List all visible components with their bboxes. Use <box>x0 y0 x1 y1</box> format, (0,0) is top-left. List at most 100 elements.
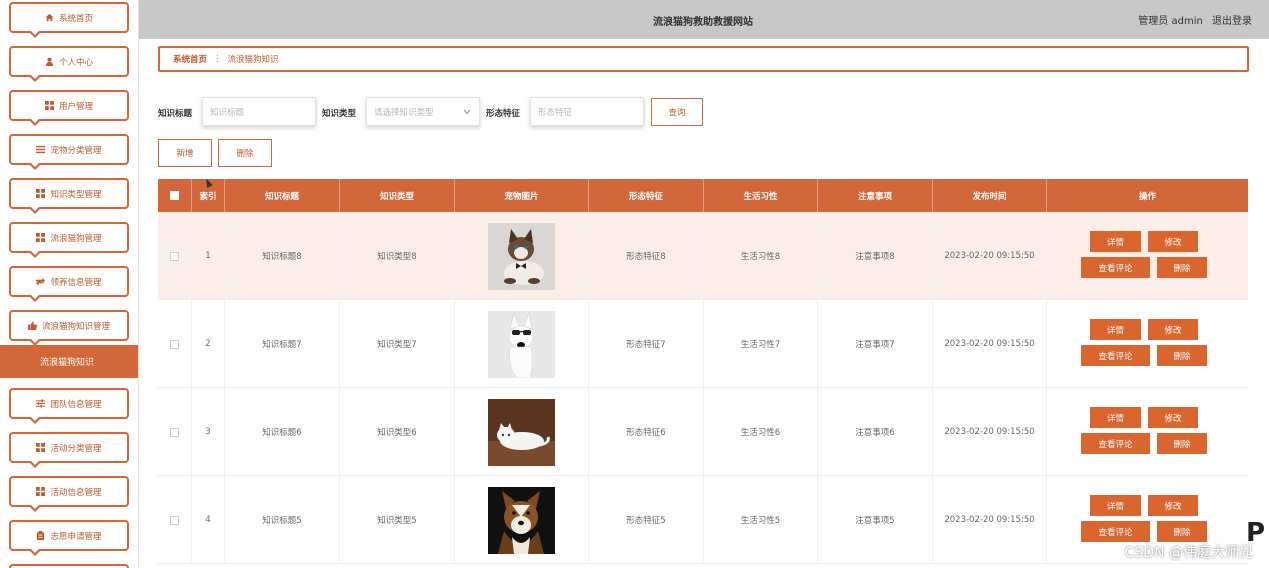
row-select-cell <box>158 300 192 388</box>
select-all-checkbox[interactable] <box>170 191 179 200</box>
view-comments-button[interactable]: 查看评论 <box>1081 433 1150 454</box>
title-search-placeholder: 知识标题 <box>210 107 245 118</box>
edit-button[interactable]: 修改 <box>1148 231 1198 252</box>
delete-button[interactable]: 删除 <box>1157 521 1207 542</box>
sidebar-item-volunteer[interactable]: 志愿申请管理 <box>9 520 129 556</box>
watermark: CSDN @伟庭大师兄 <box>1124 545 1253 561</box>
sidebar-item-knowledge-manage[interactable]: 流浪猫狗知识管理 <box>9 310 129 346</box>
grid-icon <box>36 233 46 242</box>
user-info: 管理员 admin 退出登录 <box>1132 12 1252 27</box>
current-user: 管理员 admin <box>1138 16 1203 27</box>
sidebar-item-team[interactable]: 团队信息管理 <box>9 388 129 424</box>
sidebar-item-home[interactable]: 系统首页 <box>9 2 129 38</box>
row-checkbox[interactable] <box>170 339 179 349</box>
sidebar-item-label: 个人中心 <box>58 57 93 68</box>
sidebar-item-label: 宠物分类管理 <box>50 145 102 156</box>
cell-note: 注意事项7 <box>818 300 933 388</box>
detail-button[interactable]: 详情 <box>1090 319 1141 340</box>
site-title: 流浪猫狗救助救援网站 <box>653 17 753 28</box>
grid-icon <box>36 189 46 198</box>
cell-index: 1 <box>192 212 225 300</box>
batch-delete-button[interactable]: 删除 <box>218 139 272 167</box>
header-habit: 生活习性 <box>704 179 818 212</box>
header-image: 宠物图片 <box>455 179 589 212</box>
query-button[interactable]: 查询 <box>651 98 703 126</box>
table-row[interactable]: 3 知识标题6 知识类型6 形态特征6 生活习性6 注意事项6 2023-02-… <box>158 388 1248 476</box>
view-comments-button[interactable]: 查看评论 <box>1081 345 1150 366</box>
header-select-cell <box>158 179 192 212</box>
breadcrumb-current: 流浪猫狗知识 <box>227 55 279 65</box>
delete-button[interactable]: 删除 <box>1157 345 1207 366</box>
add-button[interactable]: 新增 <box>158 139 212 167</box>
sidebar-item-label: 流浪猫狗知识管理 <box>41 321 110 332</box>
cell-type: 知识类型6 <box>340 388 455 476</box>
view-comments-button[interactable]: 查看评论 <box>1081 521 1150 542</box>
cell-image <box>455 300 589 388</box>
cell-habit: 生活习性5 <box>704 476 818 564</box>
sidebar-item-label: 活动信息管理 <box>50 487 102 498</box>
row-checkbox[interactable] <box>170 251 179 261</box>
logout-link[interactable]: 退出登录 <box>1212 16 1252 27</box>
pet-image-white-dog-with-sunglasses[interactable] <box>488 310 555 378</box>
pet-image-white-cat-lying[interactable] <box>488 398 555 466</box>
cell-type: 知识类型5 <box>340 476 455 564</box>
delete-button[interactable]: 删除 <box>1157 433 1207 454</box>
cell-time: 2023-02-20 09:15:50 <box>933 300 1047 388</box>
table-row[interactable]: 2 知识标题7 知识类型7 形态特征7 生活习性7 注意事项7 2023-02-… <box>158 300 1248 388</box>
cell-type: 知识类型8 <box>340 212 455 300</box>
cell-habit: 生活习性6 <box>704 388 818 476</box>
cell-actions: 详情 修改 查看评论 删除 <box>1047 300 1248 388</box>
sidebar-subitem-knowledge-active[interactable]: 流浪猫狗知识 <box>0 345 138 378</box>
feature-search-label: 形态特征 <box>486 109 521 119</box>
sidebar-item-users[interactable]: 用户管理 <box>9 90 129 126</box>
cell-image <box>455 212 589 300</box>
detail-button[interactable]: 详情 <box>1090 495 1141 516</box>
sidebar-item-stray-pets[interactable]: 流浪猫狗管理 <box>9 222 129 258</box>
sidebar-item-label: 系统首页 <box>58 13 93 24</box>
detail-button[interactable]: 详情 <box>1090 407 1141 428</box>
row-checkbox[interactable] <box>170 427 179 437</box>
edit-button[interactable]: 修改 <box>1148 407 1198 428</box>
sidebar-item-knowledge-type[interactable]: 知识类型管理 <box>9 178 129 214</box>
cell-habit: 生活习性7 <box>704 300 818 388</box>
table-row[interactable]: 4 知识标题5 知识类型5 形态特征5 生活习性5 注意事项5 2023-02-… <box>158 476 1248 564</box>
edit-button[interactable]: 修改 <box>1148 495 1198 516</box>
view-comments-button[interactable]: 查看评论 <box>1081 257 1150 278</box>
cell-image <box>455 388 589 476</box>
thumb-icon <box>27 321 37 330</box>
grid-icon <box>36 443 46 452</box>
swap-icon <box>36 277 46 286</box>
feature-search-input[interactable]: 形态特征 <box>530 97 644 126</box>
sidebar-item-activity-category[interactable]: 活动分类管理 <box>9 432 129 468</box>
cell-time: 2023-02-20 09:15:50 <box>933 212 1047 300</box>
pet-image-brown-dog-portrait[interactable] <box>488 486 555 554</box>
cell-feature: 形态特征6 <box>589 388 704 476</box>
cell-actions: 详情 修改 查看评论 删除 <box>1047 212 1248 300</box>
detail-button[interactable]: 详情 <box>1090 231 1141 252</box>
header-note: 注意事项 <box>818 179 933 212</box>
delete-button[interactable]: 删除 <box>1157 257 1207 278</box>
edit-button[interactable]: 修改 <box>1148 319 1198 340</box>
sidebar-item-label: 团队信息管理 <box>50 399 102 410</box>
feature-search-placeholder: 形态特征 <box>538 107 573 118</box>
sidebar-item-pet-category[interactable]: 宠物分类管理 <box>9 134 129 170</box>
grid-icon <box>44 101 54 110</box>
breadcrumb-separator: ⋮ <box>213 54 222 64</box>
sidebar-item-adoption[interactable]: 领养信息管理 <box>9 266 129 302</box>
row-checkbox[interactable] <box>170 515 179 525</box>
table-row[interactable]: 1 知识标题8 知识类型8 形态特征8 生活习性8 注意事项8 2023-02-… <box>158 212 1248 300</box>
sidebar-item-more[interactable] <box>9 564 129 568</box>
type-select[interactable]: 请选择知识类型 <box>366 97 480 126</box>
cell-title: 知识标题8 <box>225 212 340 300</box>
cell-time: 2023-02-20 09:15:50 <box>933 388 1047 476</box>
sidebar-item-label: 用户管理 <box>58 101 93 112</box>
header-feature: 形态特征 <box>589 179 704 212</box>
title-search-input[interactable]: 知识标题 <box>202 97 316 126</box>
sidebar-item-profile[interactable]: 个人中心 <box>9 46 129 82</box>
breadcrumb-home[interactable]: 系统首页 <box>173 53 207 65</box>
sidebar-item-activity-info[interactable]: 活动信息管理 <box>9 476 129 512</box>
pet-image-cat-with-bowtie[interactable] <box>488 222 555 290</box>
sidebar-item-label: 活动分类管理 <box>50 443 102 454</box>
grid-icon <box>36 487 46 496</box>
sidebar-item-label: 知识类型管理 <box>50 189 102 200</box>
